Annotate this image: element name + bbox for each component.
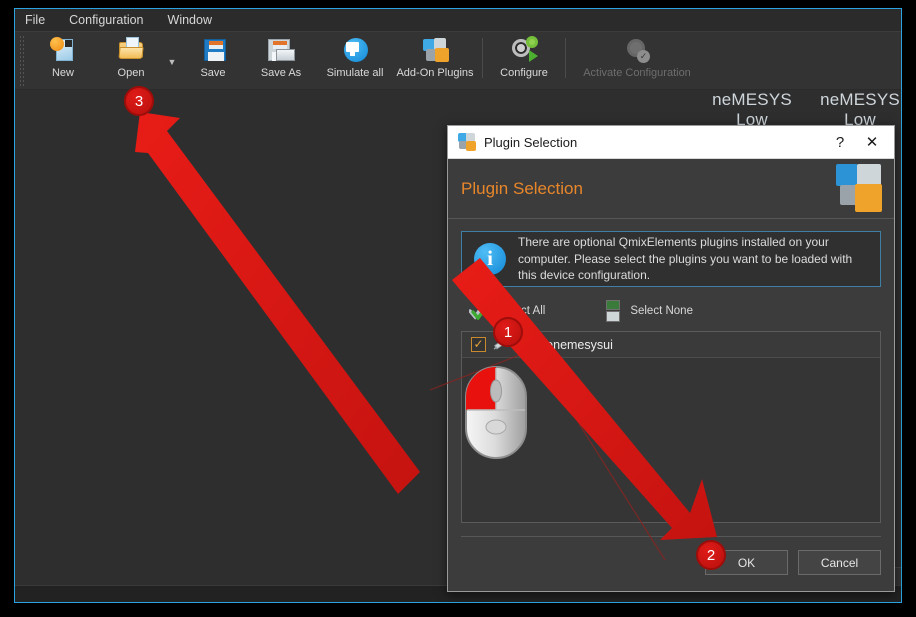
puzzle-pieces-icon bbox=[836, 164, 884, 214]
help-button[interactable]: ? bbox=[824, 127, 856, 158]
plugin-checkbox[interactable]: ✓ bbox=[471, 337, 486, 352]
dialog-footer: OK Cancel bbox=[448, 537, 894, 575]
info-circle-icon: i bbox=[474, 243, 506, 275]
info-message-box: i There are optional QmixElements plugin… bbox=[461, 231, 881, 287]
toolbar-button-save-as[interactable]: Save As bbox=[247, 32, 315, 86]
toolbar-label-new: New bbox=[51, 67, 74, 79]
gear-check-icon: ✓ bbox=[622, 36, 652, 64]
double-check-icon bbox=[468, 302, 490, 321]
plugin-selection-dialog: Plugin Selection ? ✕ Plugin Selection i … bbox=[447, 125, 895, 592]
close-icon[interactable]: ✕ bbox=[856, 127, 888, 158]
annotation-badge-1: 1 bbox=[493, 317, 523, 347]
dialog-banner-title: Plugin Selection bbox=[461, 178, 583, 198]
toolbar-separator-1 bbox=[482, 38, 483, 78]
open-folder-icon bbox=[116, 36, 146, 64]
device-panel-1-title: neMESYS bbox=[712, 90, 792, 109]
device-panel-2-title: neMESYS bbox=[820, 90, 900, 109]
device-panel-2[interactable]: neMESYS Low bbox=[799, 90, 901, 130]
select-all-label: Select All bbox=[498, 305, 546, 317]
toolbar-button-add-on-plugins[interactable]: Add-On Plugins bbox=[395, 32, 475, 86]
menu-item-file[interactable]: File bbox=[23, 9, 47, 31]
select-none-button[interactable]: Select None bbox=[605, 300, 693, 322]
toolbar-label-open: Open bbox=[117, 67, 145, 79]
menu-bar: File Configuration Window bbox=[15, 9, 901, 31]
toolbar-drag-handle[interactable] bbox=[19, 35, 26, 87]
new-document-icon bbox=[48, 36, 78, 64]
annotation-badge-2: 2 bbox=[696, 540, 726, 570]
list-item[interactable]: ✓ simplenemesysui bbox=[462, 332, 880, 358]
toolbar-button-simulate-all[interactable]: Simulate all bbox=[315, 32, 395, 86]
monitor-simulate-icon bbox=[340, 36, 370, 64]
toolbar-button-new[interactable]: New bbox=[29, 32, 97, 86]
select-none-label: Select None bbox=[630, 305, 693, 317]
cancel-button[interactable]: Cancel bbox=[798, 550, 881, 575]
open-dropdown-chevron-down-icon[interactable]: ▼ bbox=[165, 32, 179, 86]
dialog-title-text: Plugin Selection bbox=[484, 134, 578, 150]
empty-checkbox-icon bbox=[605, 300, 622, 322]
dialog-title-bar[interactable]: Plugin Selection ? ✕ bbox=[448, 126, 894, 159]
toolbar-label-save: Save bbox=[200, 67, 226, 79]
toolbar-button-activate-configuration[interactable]: ✓ Activate Configuration bbox=[573, 32, 701, 86]
main-toolbar: New Open ▼ Save Save As Simulate all Add… bbox=[15, 31, 901, 89]
device-panel-1[interactable]: neMESYS Low bbox=[691, 90, 813, 130]
annotation-badge-3: 3 bbox=[124, 86, 154, 116]
toolbar-label-save-as: Save As bbox=[260, 67, 302, 79]
left-click-mouse-icon bbox=[463, 364, 529, 461]
gear-play-icon bbox=[509, 36, 539, 64]
toolbar-button-configure[interactable]: Configure bbox=[490, 32, 558, 86]
menu-item-window[interactable]: Window bbox=[166, 9, 214, 31]
menu-item-configuration[interactable]: Configuration bbox=[67, 9, 145, 31]
selection-actions-row: Select All Select None bbox=[461, 291, 881, 331]
toolbar-label-activate-configuration: Activate Configuration bbox=[583, 67, 691, 79]
puzzle-piece-icon bbox=[458, 133, 476, 151]
toolbar-separator-2 bbox=[565, 38, 566, 78]
save-as-icon bbox=[266, 36, 296, 64]
toolbar-button-save[interactable]: Save bbox=[179, 32, 247, 86]
save-disk-icon bbox=[198, 36, 228, 64]
screenshot-root: File Configuration Window New Open ▼ Sav… bbox=[0, 0, 916, 617]
toolbar-label-simulate-all: Simulate all bbox=[326, 67, 384, 79]
puzzle-plugins-icon bbox=[420, 36, 450, 64]
info-message-text: There are optional QmixElements plugins … bbox=[518, 235, 853, 283]
dialog-banner: Plugin Selection bbox=[448, 159, 894, 219]
toolbar-button-open[interactable]: Open bbox=[97, 32, 165, 86]
plugin-name: simplenemesysui bbox=[517, 337, 613, 352]
toolbar-label-add-on-plugins: Add-On Plugins bbox=[396, 67, 474, 79]
toolbar-label-configure: Configure bbox=[500, 67, 548, 79]
